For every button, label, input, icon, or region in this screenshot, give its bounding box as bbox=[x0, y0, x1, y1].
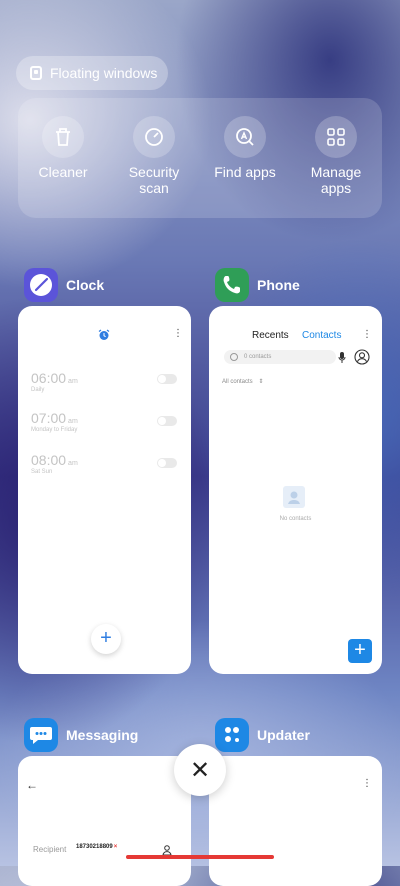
alarm-toggle[interactable] bbox=[157, 458, 177, 468]
alarm-ampm: am bbox=[68, 378, 78, 385]
alarm-repeat: Monday to Friday bbox=[31, 427, 78, 433]
clock-app-header[interactable]: Clock bbox=[24, 268, 104, 302]
phone-more-icon[interactable]: ⋮ bbox=[362, 329, 372, 340]
tab-contacts[interactable]: Contacts bbox=[302, 330, 341, 341]
security-scan-button[interactable]: Security scan bbox=[109, 116, 199, 196]
grid-icon bbox=[315, 116, 357, 158]
manage-apps-label: Manage apps bbox=[310, 164, 362, 196]
alarm-time: 07:00 bbox=[31, 410, 67, 426]
add-contact-button[interactable]: + bbox=[348, 639, 372, 663]
gauge-icon bbox=[133, 116, 175, 158]
recipient-label: Recipient bbox=[33, 845, 67, 854]
alarm-repeat: Sat Sun bbox=[31, 469, 53, 475]
floating-windows-label: Floating windows bbox=[50, 65, 158, 81]
recipient-chip[interactable]: 18730218809× bbox=[76, 844, 117, 850]
alarm-tab-icon bbox=[98, 328, 110, 346]
phone-app-header[interactable]: Phone bbox=[215, 268, 300, 302]
updater-app-card[interactable]: ⋮ bbox=[209, 756, 382, 886]
messaging-app-title: Messaging bbox=[66, 727, 139, 743]
alarm-time: 06:00 bbox=[31, 370, 67, 386]
alarm-ampm: am bbox=[68, 418, 78, 425]
close-all-button[interactable]: ✕ bbox=[174, 744, 226, 796]
home-indicator[interactable] bbox=[126, 855, 274, 859]
alarm-ampm: am bbox=[68, 460, 78, 467]
recipient-value: 18730218809 bbox=[76, 844, 113, 850]
alarm-item[interactable]: 07:00 am Monday to Friday bbox=[31, 410, 78, 433]
contacts-search-placeholder: 0 contacts bbox=[244, 354, 272, 360]
clock-app-title: Clock bbox=[66, 277, 105, 293]
updater-more-icon[interactable]: ⋮ bbox=[362, 778, 372, 789]
chevron-updown-icon: ⇕ bbox=[258, 379, 264, 385]
tab-recents[interactable]: Recents bbox=[252, 330, 289, 341]
empty-contacts-text: No contacts bbox=[279, 516, 312, 522]
contacts-search-input[interactable]: 0 contacts bbox=[224, 350, 336, 364]
clock-more-icon[interactable]: ⋮ bbox=[173, 328, 183, 339]
phone-app-title: Phone bbox=[257, 277, 300, 293]
floating-window-icon bbox=[30, 66, 42, 80]
messaging-app-icon bbox=[24, 718, 58, 752]
alarm-repeat: Daily bbox=[31, 387, 45, 393]
phone-app-card[interactable]: Recents Contacts ⋮ 0 contacts All contac… bbox=[209, 306, 382, 674]
microphone-icon[interactable] bbox=[338, 351, 346, 369]
back-arrow-icon[interactable]: ← bbox=[26, 778, 38, 792]
alarm-item[interactable]: 06:00 am Daily bbox=[31, 370, 78, 393]
updater-app-icon bbox=[215, 718, 249, 752]
phone-app-icon bbox=[215, 268, 249, 302]
updater-app-header[interactable]: Updater bbox=[215, 718, 310, 752]
trash-icon bbox=[42, 116, 84, 158]
contacts-filter-label: All contacts bbox=[222, 379, 253, 385]
search-apps-icon bbox=[224, 116, 266, 158]
close-icon: ✕ bbox=[189, 756, 211, 784]
empty-contacts-icon bbox=[283, 486, 305, 508]
floating-windows-button[interactable]: Floating windows bbox=[16, 56, 168, 90]
add-alarm-button[interactable]: + bbox=[91, 624, 121, 654]
remove-recipient-icon[interactable]: × bbox=[114, 844, 118, 850]
alarm-toggle[interactable] bbox=[157, 416, 177, 426]
messaging-app-card[interactable]: ← Recipient 18730218809× bbox=[18, 756, 191, 886]
clock-app-icon bbox=[24, 268, 58, 302]
contacts-filter-dropdown[interactable]: All contacts ⇕ bbox=[222, 378, 263, 385]
find-apps-label: Find apps bbox=[214, 164, 276, 180]
cleaner-label: Cleaner bbox=[38, 164, 88, 180]
manage-apps-button[interactable]: Manage apps bbox=[291, 116, 381, 196]
clock-app-card[interactable]: ⋮ 06:00 am Daily 07:00 am Monday to Friday… bbox=[18, 306, 191, 674]
alarm-toggle[interactable] bbox=[157, 374, 177, 384]
messaging-app-header[interactable]: Messaging bbox=[24, 718, 138, 752]
security-scan-label: Security scan bbox=[128, 164, 180, 196]
cleaner-button[interactable]: Cleaner bbox=[18, 116, 108, 180]
search-icon bbox=[230, 353, 238, 361]
quick-tools-panel: Cleaner Security scan Find apps Manage a… bbox=[18, 98, 382, 218]
updater-app-title: Updater bbox=[257, 727, 310, 743]
account-icon[interactable] bbox=[354, 349, 370, 370]
alarm-time: 08:00 bbox=[31, 452, 67, 468]
alarm-item[interactable]: 08:00 am Sat Sun bbox=[31, 452, 78, 475]
find-apps-button[interactable]: Find apps bbox=[200, 116, 290, 180]
